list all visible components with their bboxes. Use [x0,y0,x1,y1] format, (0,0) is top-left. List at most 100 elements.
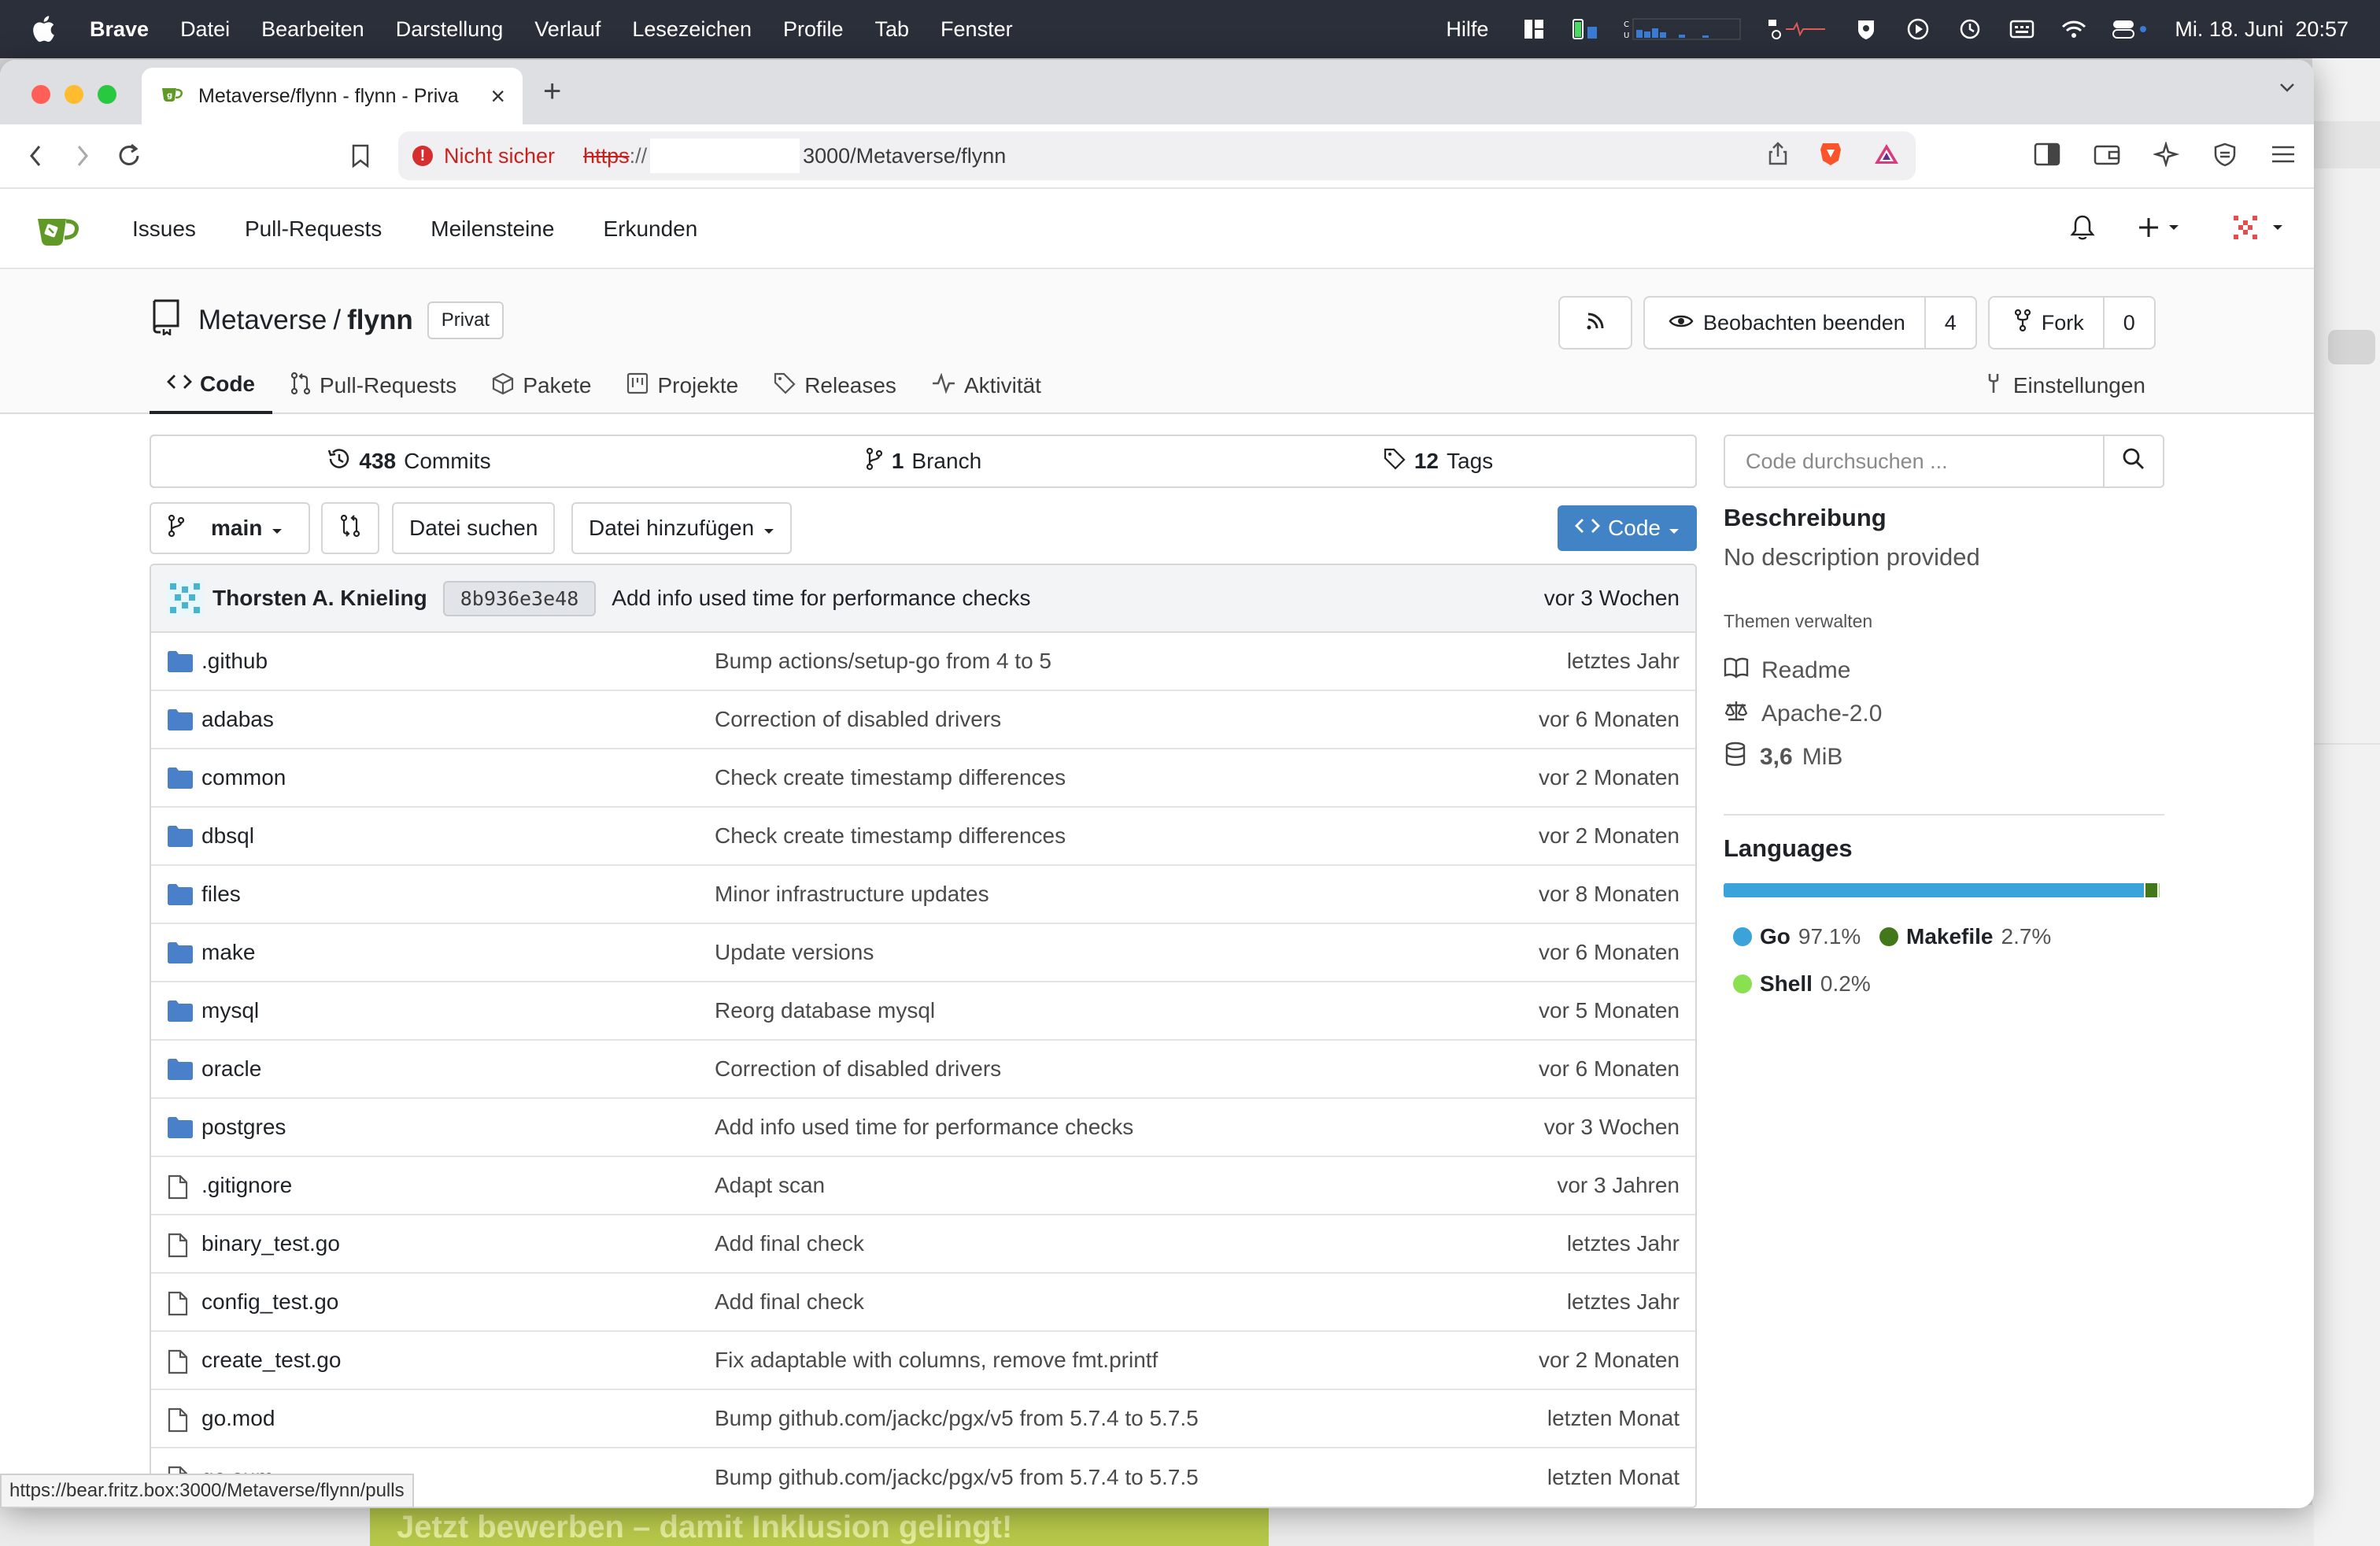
zoom-window-button[interactable] [98,85,116,104]
language-item[interactable]: Go 97.1% [1733,924,1861,949]
folder-row[interactable]: common Check create timestamp differences… [151,749,1695,808]
folder-row[interactable]: files Minor infrastructure updates vor 8 M… [151,866,1695,924]
find-file-button[interactable]: Datei suchen [392,502,556,554]
create-new-dropdown[interactable] [2139,215,2183,244]
entry-commit-message[interactable]: Adapt scan [715,1173,825,1198]
entry-commit-message[interactable]: Update versions [715,940,874,965]
wallet-icon[interactable] [2094,142,2120,171]
entry-name[interactable]: create_test.go [201,1348,341,1373]
entry-commit-message[interactable]: Check create timestamp differences [715,765,1066,790]
menu-verlauf[interactable]: Verlauf [534,17,601,42]
battery-monitor-icon[interactable] [1572,17,1600,41]
tab-projects[interactable]: Projekte [608,357,756,414]
entry-commit-message[interactable]: Add final check [715,1231,864,1256]
compare-button[interactable] [321,502,379,554]
commit-author[interactable]: Thorsten A. Knieling [213,586,427,611]
keyboard-icon[interactable] [2008,17,2036,41]
folder-row[interactable]: postgres Add info used time for performan… [151,1099,1695,1157]
menu-profile[interactable]: Profile [783,17,844,42]
entry-name[interactable]: dbsql [201,823,254,849]
back-button[interactable] [20,140,52,172]
window-layout-icon[interactable] [1520,17,1548,41]
wifi-icon[interactable] [2060,17,2088,41]
entry-name[interactable]: oracle [201,1056,261,1082]
entry-name[interactable]: make [201,940,255,965]
forward-button[interactable] [66,140,98,172]
unwatch-button[interactable]: Beobachten beenden [1645,298,1926,348]
menu-app-brave[interactable]: Brave [90,17,149,42]
nav-milestones[interactable]: Meilensteine [431,216,554,242]
apple-logo-icon[interactable] [31,16,55,43]
password-manager-icon[interactable] [1852,17,1880,41]
nav-pull-requests[interactable]: Pull-Requests [245,216,382,242]
repo-owner-link[interactable]: Metaverse [198,305,327,336]
tab-releases[interactable]: Releases [756,357,914,414]
folder-row[interactable]: adabas Correction of disabled drivers vor … [151,691,1695,749]
gitea-logo-icon[interactable] [35,213,82,251]
vpn-shield-icon[interactable] [2213,142,2237,171]
entry-name[interactable]: common [201,765,286,790]
notifications-bell-icon[interactable] [2070,213,2095,246]
leo-ai-icon[interactable] [2152,140,2180,171]
tab-packages[interactable]: Pakete [474,357,608,414]
close-window-button[interactable] [31,85,50,104]
browser-tab-active[interactable]: g Metaverse/flynn - flynn - Priva × [142,68,523,124]
minimize-window-button[interactable] [65,85,83,104]
brave-shields-icon[interactable] [1818,140,1843,172]
file-row[interactable]: .gitignore Adapt scan vor 3 Jahren [151,1157,1695,1215]
cpu-graph-icon[interactable]: CU [1624,17,1742,41]
tab-code[interactable]: Code [150,357,272,414]
language-item[interactable]: Shell 0.2% [1733,971,1871,997]
user-avatar-dropdown[interactable] [2227,209,2286,250]
menu-hilfe[interactable]: Hilfe [1446,17,1488,42]
commit-message[interactable]: Add info used time for performance check… [612,586,1030,611]
entry-name[interactable]: .github [201,649,268,674]
folder-row[interactable]: .github Bump actions/setup-go from 4 to 5… [151,633,1695,691]
file-row[interactable]: create_test.go Fix adaptable with columns… [151,1332,1695,1390]
author-avatar[interactable] [167,580,203,616]
search-button[interactable] [2103,436,2163,486]
readme-link[interactable]: Readme [1724,656,1850,685]
menu-fenster[interactable]: Fenster [941,17,1013,42]
entry-commit-message[interactable]: Add info used time for performance check… [715,1115,1133,1140]
nav-issues[interactable]: Issues [132,216,196,242]
code-search-input[interactable]: Code durchsuchen ... [1724,435,2164,488]
commits-stat[interactable]: 438 Commits [151,436,666,486]
tab-close-icon[interactable]: × [490,82,505,111]
entry-commit-message[interactable]: Bump actions/setup-go from 4 to 5 [715,649,1051,674]
tab-activity[interactable]: Aktivität [914,357,1059,414]
folder-row[interactable]: dbsql Check create timestamp differences v… [151,808,1695,866]
entry-commit-message[interactable]: Correction of disabled drivers [715,1056,1001,1082]
new-tab-button[interactable]: + [543,74,561,109]
file-row[interactable]: binary_test.go Add final check letztes Jah… [151,1215,1695,1274]
tab-list-chevron-icon[interactable] [2276,76,2298,105]
address-bar[interactable]: ! Nicht sicher https :// 3000/Metaverse/… [398,131,1916,180]
entry-name[interactable]: postgres [201,1115,286,1140]
entry-name[interactable]: adabas [201,707,274,732]
entry-name[interactable]: config_test.go [201,1289,338,1315]
tab-pull-requests[interactable]: Pull-Requests [272,357,474,414]
entry-commit-message[interactable]: Check create timestamp differences [715,823,1066,849]
share-icon[interactable] [1768,141,1788,172]
branches-stat[interactable]: 1 Branch [666,436,1181,486]
menu-datei[interactable]: Datei [180,17,230,42]
control-center-icon[interactable] [2112,17,2151,41]
bookmark-button[interactable] [345,140,376,172]
entry-name[interactable]: binary_test.go [201,1231,340,1256]
brave-rewards-icon[interactable] [1873,142,1900,171]
menu-lesezeichen[interactable]: Lesezeichen [632,17,752,42]
entry-name[interactable]: mysql [201,998,259,1023]
branch-selector-dropdown[interactable]: main [150,502,310,554]
rss-feed-button[interactable] [1558,296,1632,350]
sidebar-toggle-icon[interactable] [2034,142,2060,171]
tab-settings[interactable]: Einstellungen [1983,357,2145,414]
entry-name[interactable]: go.mod [201,1406,275,1431]
clone-code-dropdown[interactable]: Code [1558,505,1697,551]
folder-row[interactable]: mysql Reorg database mysql vor 5 Monaten [151,982,1695,1041]
folder-row[interactable]: make Update versions vor 6 Monaten [151,924,1695,982]
fork-count[interactable]: 0 [2105,298,2154,348]
file-row[interactable]: config_test.go Add final check letztes Jah… [151,1274,1695,1332]
menu-tab[interactable]: Tab [875,17,910,42]
entry-commit-message[interactable]: Fix adaptable with columns, remove fmt.p… [715,1348,1158,1373]
tags-stat[interactable]: 12 Tags [1181,436,1695,486]
